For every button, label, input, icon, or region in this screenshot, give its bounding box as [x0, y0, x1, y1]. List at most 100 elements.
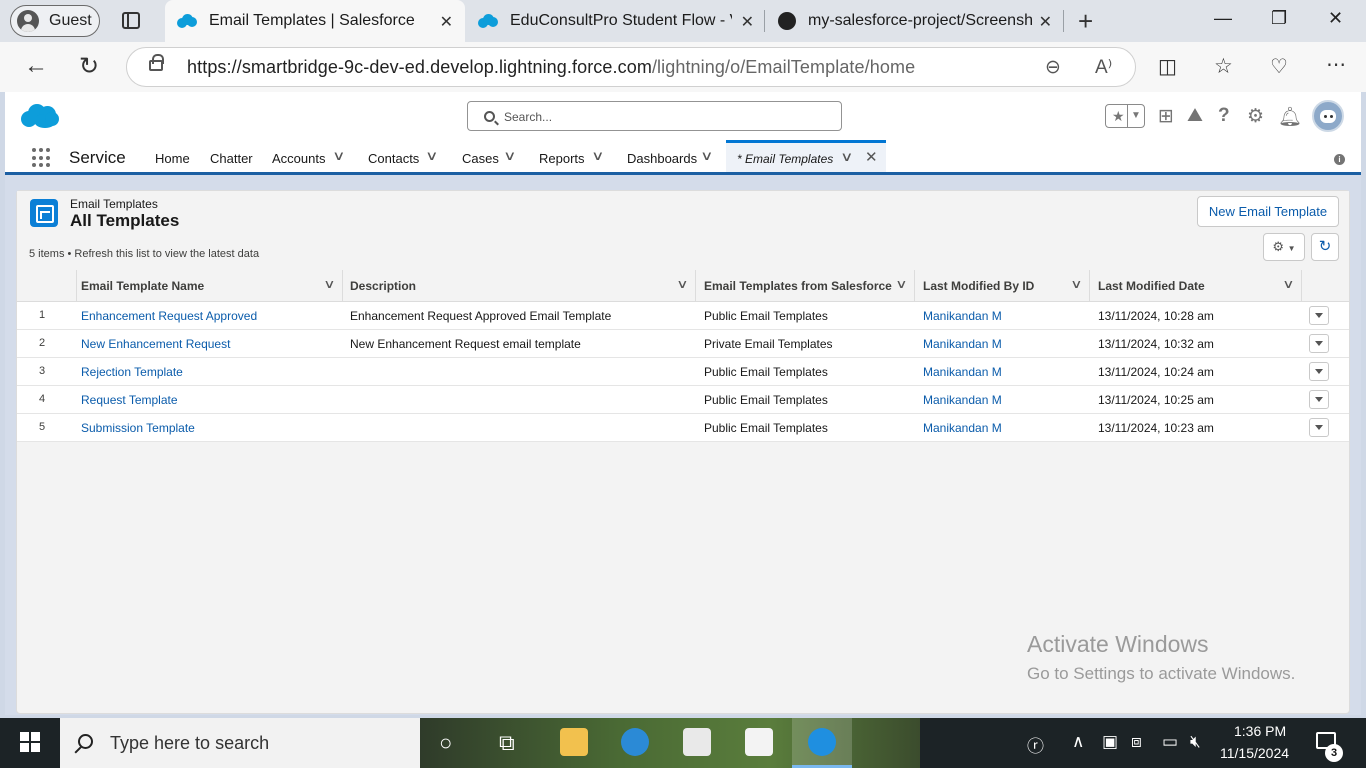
network-icon[interactable]: ⧈ [1131, 732, 1142, 752]
clock-time[interactable]: 1:36 PM [1234, 723, 1286, 739]
close-tab-icon[interactable]: ✕ [1039, 12, 1052, 32]
close-tab-icon[interactable]: ✕ [741, 12, 754, 32]
column-header-folder[interactable]: Email Templates from Salesforce ∨ [696, 270, 915, 302]
template-name-link[interactable]: Enhancement Request Approved [81, 309, 257, 323]
info-icon[interactable]: i [1334, 154, 1345, 165]
help-icon[interactable]: ? [1218, 105, 1230, 127]
refresh-list-button[interactable]: ↻ [1311, 233, 1339, 261]
notifications-bell-icon[interactable]: 🔔︎ [1278, 105, 1302, 129]
lock-icon[interactable] [149, 54, 164, 71]
trailhead-icon[interactable]: ⛰ [1187, 105, 1203, 127]
chevron-down-icon[interactable]: ∨ [503, 148, 516, 164]
setup-gear-icon[interactable]: ⚙ [1247, 105, 1264, 128]
row-actions-button[interactable] [1309, 334, 1329, 353]
chevron-down-icon: ▼ [1287, 244, 1296, 253]
template-name-link[interactable]: Request Template [81, 393, 178, 407]
close-tab-icon[interactable]: ✕ [865, 148, 878, 166]
user-avatar[interactable] [1312, 100, 1344, 132]
task-view-icon[interactable]: ⧉ [499, 730, 515, 756]
new-tab-icon[interactable]: + [1078, 6, 1093, 37]
mail-icon[interactable] [745, 728, 773, 756]
new-email-template-button[interactable]: New Email Template [1197, 196, 1339, 227]
column-header-modified-date[interactable]: Last Modified Date ∨ [1090, 270, 1302, 302]
refresh-icon[interactable]: ↻ [79, 52, 99, 81]
nav-item-chatter[interactable]: Chatter [210, 151, 253, 166]
chevron-down-icon[interactable]: ∨ [895, 277, 907, 291]
list-view-title[interactable]: All Templates [70, 211, 179, 231]
show-hidden-icons-icon[interactable]: ∧ [1072, 732, 1084, 752]
row-actions-button[interactable] [1309, 390, 1329, 409]
microsoft-store-icon[interactable] [683, 728, 711, 756]
nav-item-cases[interactable]: Cases [462, 151, 499, 166]
chevron-down-icon[interactable]: ∨ [676, 277, 688, 291]
nav-item-reports[interactable]: Reports [539, 151, 585, 166]
taskbar-search-box[interactable]: Type here to search [60, 718, 420, 768]
nav-item-home[interactable]: Home [155, 151, 190, 166]
object-label: Email Templates [70, 197, 158, 211]
tab-email-templates[interactable]: * Email Templates ∨ ✕ [726, 140, 886, 172]
chevron-down-icon[interactable]: ∨ [323, 277, 335, 291]
template-name-link[interactable]: Rejection Template [81, 365, 183, 379]
salesforce-logo-icon[interactable] [21, 102, 61, 130]
modified-by-link[interactable]: Manikandan M [923, 309, 1002, 323]
template-description: New Enhancement Request email template [350, 337, 581, 351]
favorites-icon[interactable]: ☆ [1214, 54, 1233, 79]
chevron-down-icon[interactable]: ∨ [591, 148, 604, 164]
tab-actions-icon[interactable] [122, 12, 140, 29]
nav-item-contacts[interactable]: Contacts [368, 151, 419, 166]
nav-item-accounts[interactable]: Accounts [272, 151, 325, 166]
modified-by-link[interactable]: Manikandan M [923, 393, 1002, 407]
row-actions-button[interactable] [1309, 418, 1329, 437]
clock-date[interactable]: 11/15/2024 [1220, 745, 1289, 761]
favorites-button[interactable]: ★ ▼ [1105, 104, 1145, 128]
column-header-name[interactable]: Email Template Name ∨ [77, 270, 343, 302]
browser-tab-github[interactable]: my-salesforce-project/Screenshot ✕ [766, 0, 1064, 42]
minimize-icon[interactable]: — [1214, 8, 1232, 29]
battery-icon[interactable]: ▭ [1162, 732, 1178, 752]
cortana-icon[interactable]: ○ [439, 730, 452, 756]
split-screen-icon[interactable]: ◫ [1158, 54, 1177, 79]
edge-active-icon[interactable] [808, 728, 836, 756]
volume-muted-icon[interactable]: 🔇︎ [1190, 732, 1201, 752]
global-search-input[interactable]: Search... [467, 101, 842, 131]
chevron-down-icon[interactable]: ∨ [425, 148, 438, 164]
windows-start-icon[interactable] [20, 732, 40, 752]
close-tab-icon[interactable]: ✕ [440, 12, 453, 32]
more-options-icon[interactable]: ⋯ [1326, 52, 1346, 77]
chevron-down-icon[interactable]: ∨ [1282, 277, 1294, 291]
chevron-down-icon[interactable]: ∨ [700, 148, 713, 164]
zoom-icon[interactable]: ⊖ [1045, 56, 1061, 79]
chevron-down-icon[interactable]: ∨ [332, 148, 345, 164]
file-explorer-icon[interactable] [560, 728, 588, 756]
browser-essentials-icon[interactable]: ♡ [1270, 54, 1288, 79]
row-actions-button[interactable] [1309, 306, 1329, 325]
star-icon: ★ [1106, 105, 1128, 127]
list-view-header: Email Templates All Templates 5 items • … [17, 191, 1349, 271]
nav-item-dashboards[interactable]: Dashboards [627, 151, 697, 166]
browser-tab-educonsultpro[interactable]: EduConsultPro Student Flow - V1 ✕ [466, 0, 766, 42]
people-icon[interactable]: ⓡ [1027, 732, 1044, 757]
chevron-down-icon[interactable]: ∨ [1070, 277, 1082, 291]
read-aloud-icon[interactable]: A⁾ [1095, 56, 1112, 79]
profile-button[interactable]: Guest [10, 5, 100, 37]
edge-icon[interactable] [621, 728, 649, 756]
url-field[interactable]: https://smartbridge-9c-dev-ed.develop.li… [126, 47, 1136, 87]
restore-icon[interactable]: ❐ [1271, 8, 1287, 29]
global-actions-icon[interactable]: ⊞ [1158, 105, 1174, 128]
chevron-down-icon[interactable]: ∨ [840, 149, 853, 165]
row-number: 1 [39, 309, 46, 321]
browser-tab-email-templates[interactable]: Email Templates | Salesforce ✕ [165, 0, 465, 42]
row-actions-button[interactable] [1309, 362, 1329, 381]
back-icon[interactable]: ← [24, 52, 48, 80]
column-header-modified-by[interactable]: Last Modified By ID ∨ [915, 270, 1090, 302]
list-view-controls-button[interactable]: ⚙ ▼ [1263, 233, 1305, 261]
close-window-icon[interactable]: ✕ [1328, 8, 1343, 29]
modified-by-link[interactable]: Manikandan M [923, 365, 1002, 379]
template-name-link[interactable]: Submission Template [81, 421, 195, 435]
app-launcher-icon[interactable] [32, 148, 52, 168]
template-name-link[interactable]: New Enhancement Request [81, 337, 230, 351]
camera-icon[interactable]: ▣ [1102, 732, 1118, 752]
modified-by-link[interactable]: Manikandan M [923, 421, 1002, 435]
modified-by-link[interactable]: Manikandan M [923, 337, 1002, 351]
column-header-description[interactable]: Description ∨ [343, 270, 696, 302]
